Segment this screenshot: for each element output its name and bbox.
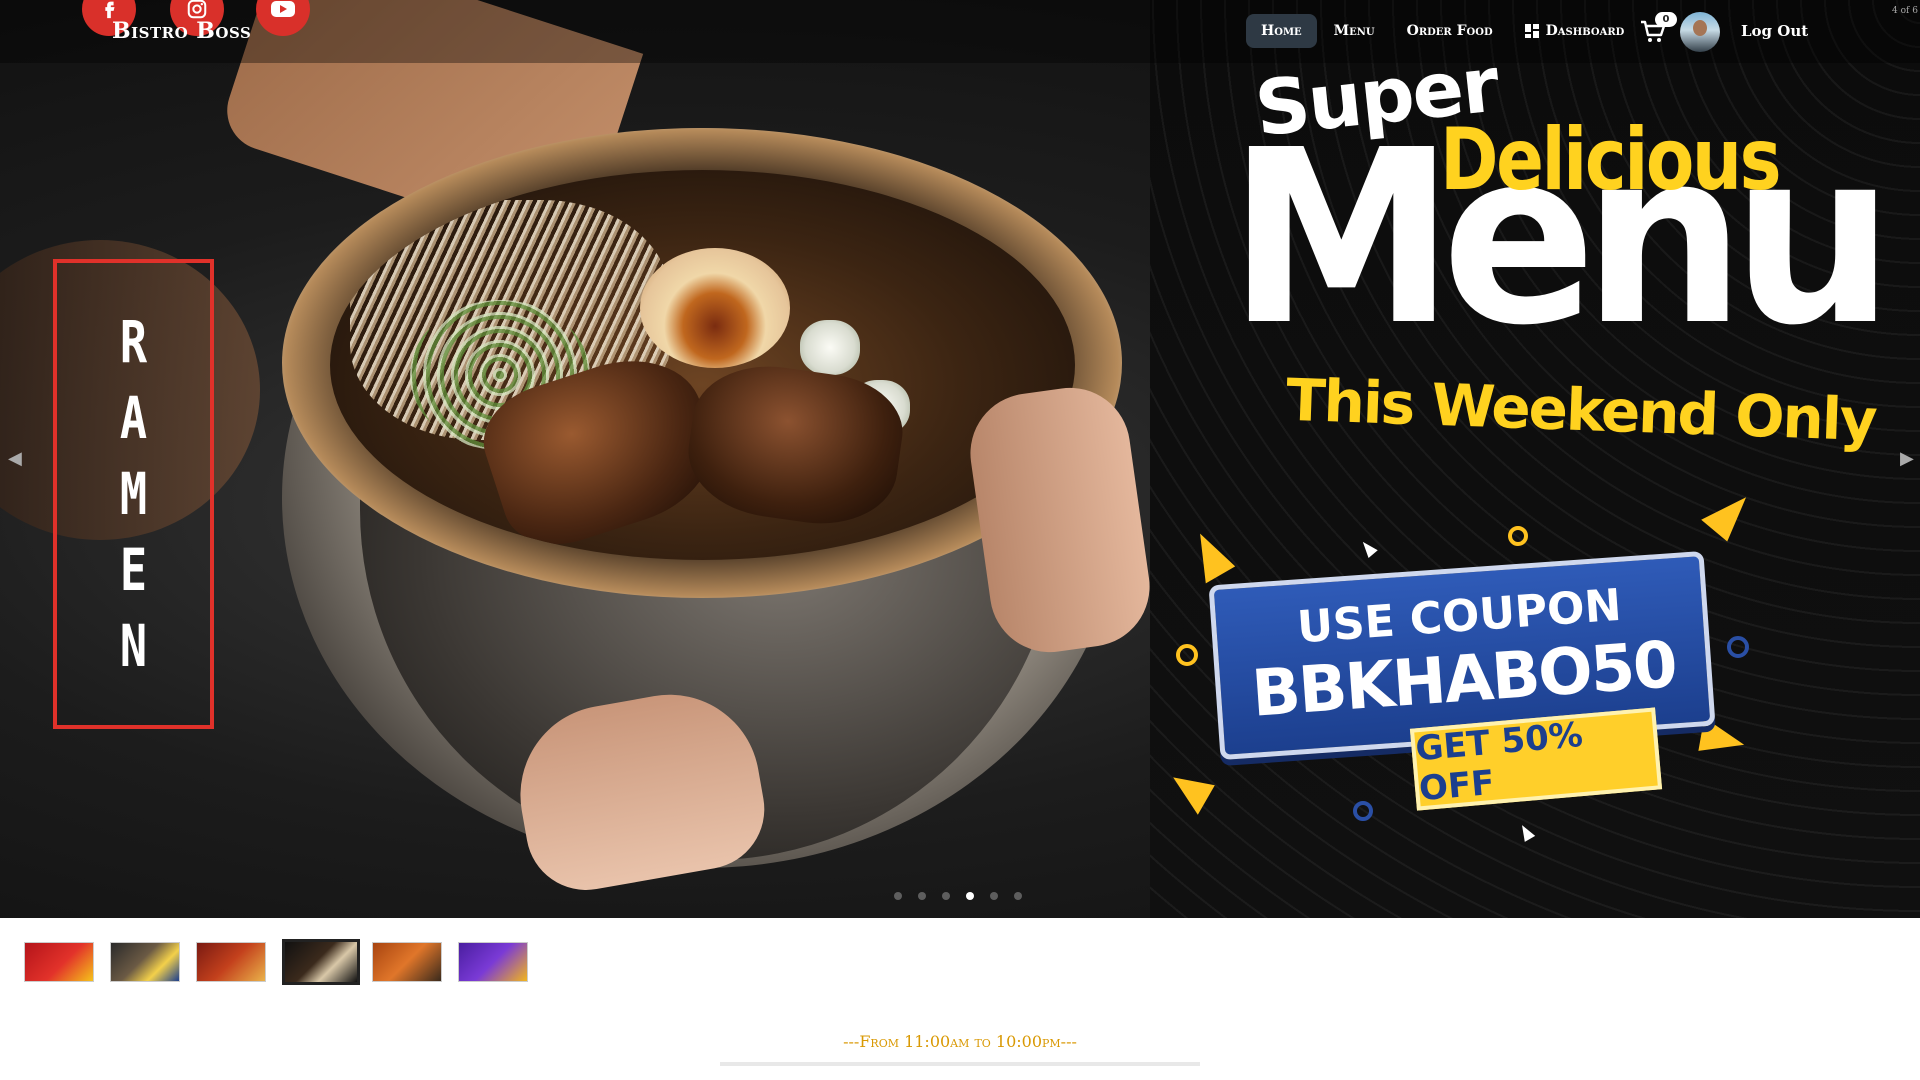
ramen-broth-image bbox=[330, 170, 1075, 560]
carousel-dot[interactable] bbox=[990, 892, 998, 900]
nav-home[interactable]: Home bbox=[1246, 14, 1317, 48]
carousel-dot[interactable] bbox=[894, 892, 902, 900]
ramen-letter: A bbox=[119, 384, 148, 452]
ramen-label-box: R A M E N bbox=[53, 259, 214, 729]
cart-count-badge: 0 bbox=[1655, 12, 1677, 27]
thumbnail-3[interactable] bbox=[196, 942, 266, 982]
dashboard-icon bbox=[1524, 24, 1539, 38]
carousel-dot[interactable] bbox=[1014, 892, 1022, 900]
chevron-left-icon[interactable]: ◀ bbox=[8, 448, 22, 469]
carousel-dot-active[interactable] bbox=[966, 892, 974, 900]
youtube-icon[interactable] bbox=[256, 0, 310, 36]
nav-dashboard[interactable]: Dashboard bbox=[1510, 14, 1640, 48]
carousel-dot[interactable] bbox=[918, 892, 926, 900]
nav-order-food[interactable]: Order Food bbox=[1392, 14, 1508, 48]
thumbnail-1[interactable] bbox=[24, 942, 94, 982]
egg-image bbox=[640, 248, 790, 368]
thumbnail-6[interactable] bbox=[458, 942, 528, 982]
opening-hours: ---From 11:00am to 10:00pm--- bbox=[843, 1032, 1077, 1051]
avatar[interactable] bbox=[1680, 12, 1720, 52]
decor-ring bbox=[1508, 526, 1528, 546]
onion-image bbox=[800, 320, 860, 375]
divider bbox=[720, 1062, 1200, 1066]
nav-menu: Home Menu Order Food Dashboard bbox=[1246, 14, 1641, 48]
decor-ring bbox=[1176, 644, 1198, 666]
decor-ring bbox=[1727, 636, 1749, 658]
thumbnail-5[interactable] bbox=[372, 942, 442, 982]
chevron-right-icon[interactable]: ▶ bbox=[1900, 448, 1914, 469]
ramen-letter: E bbox=[119, 536, 148, 604]
decor-ring bbox=[1353, 801, 1373, 821]
nav-menu-link[interactable]: Menu bbox=[1319, 14, 1390, 48]
promo-delicious-text: Delicious bbox=[1440, 110, 1782, 210]
hero-carousel[interactable]: R A M E N Super Menu Delicious This Week… bbox=[0, 0, 1920, 918]
nav-dashboard-label: Dashboard bbox=[1545, 23, 1625, 39]
logout-button[interactable]: Log Out bbox=[1741, 22, 1808, 40]
carousel-dot[interactable] bbox=[942, 892, 950, 900]
navbar: Bistro Boss Home Menu Order Food Dashboa… bbox=[0, 0, 1920, 63]
carousel-dots bbox=[894, 892, 1038, 900]
brand-logo[interactable]: Bistro Boss bbox=[112, 18, 251, 44]
ramen-letter: N bbox=[119, 612, 148, 680]
thumbnail-4-active[interactable] bbox=[282, 939, 360, 985]
thumbnail-2[interactable] bbox=[110, 942, 180, 982]
ramen-letter: M bbox=[119, 460, 148, 528]
carousel-thumbnails bbox=[24, 939, 544, 985]
ramen-letter: R bbox=[119, 308, 148, 376]
